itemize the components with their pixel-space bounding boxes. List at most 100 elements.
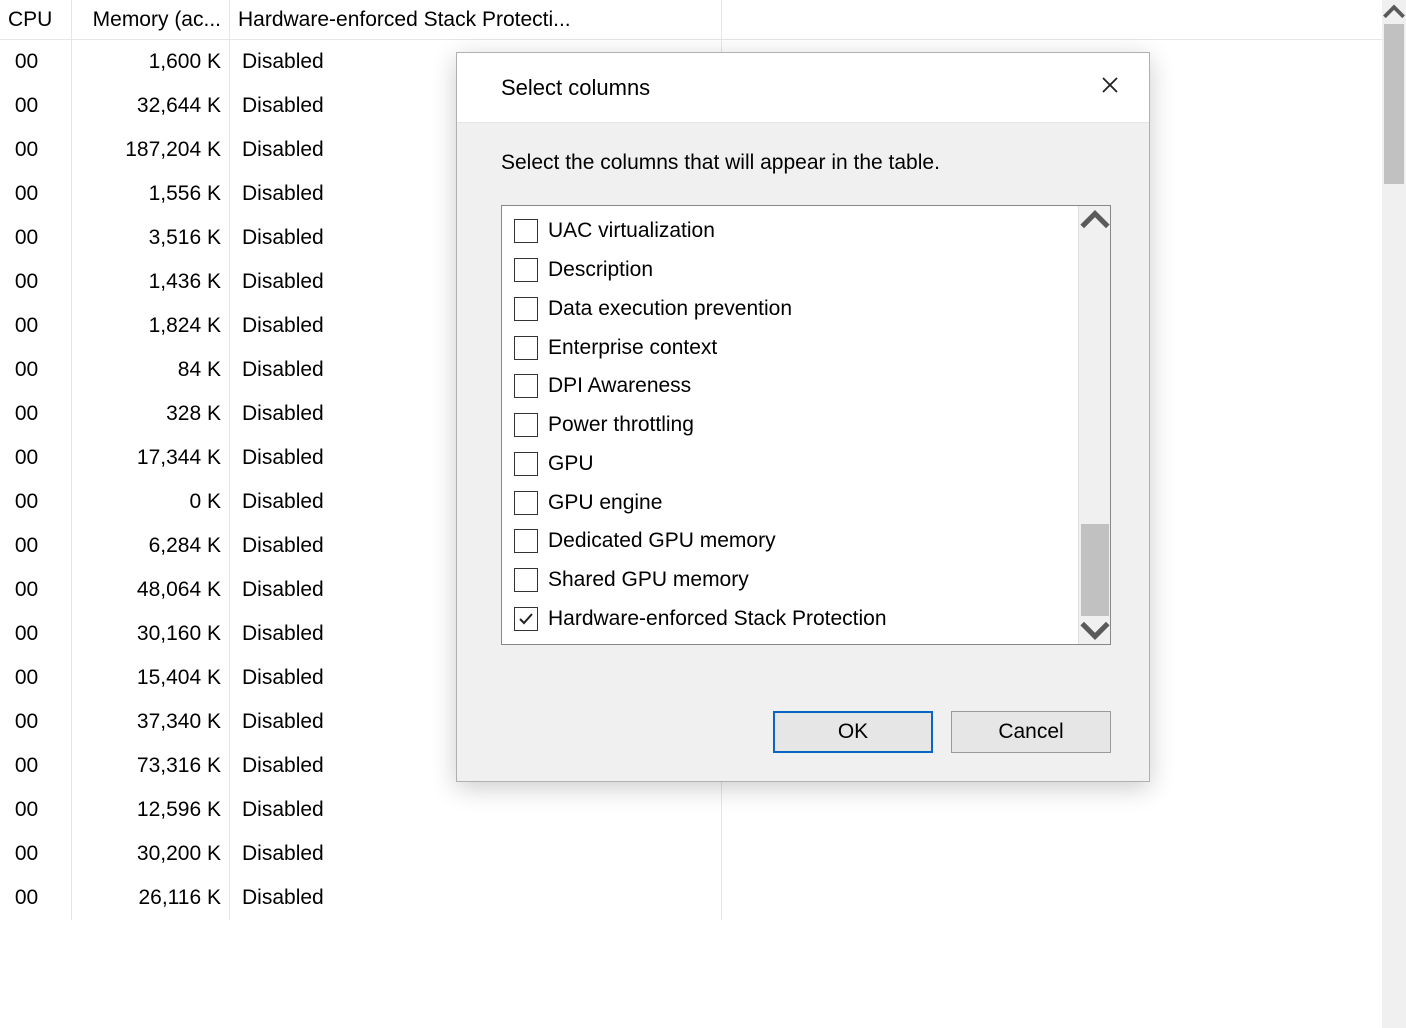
cell-cpu: 00 [0, 128, 72, 172]
table-row[interactable]: 0030,200 KDisabled [0, 832, 1406, 876]
cell-memory: 6,284 K [72, 524, 230, 568]
cell-cpu: 00 [0, 788, 72, 832]
checkbox[interactable] [514, 452, 538, 476]
close-icon [1101, 76, 1119, 100]
checkbox[interactable] [514, 219, 538, 243]
scroll-down-icon[interactable] [1079, 616, 1111, 644]
column-option-label: Dedicated GPU memory [548, 529, 776, 553]
table-row[interactable]: 0012,596 KDisabled [0, 788, 1406, 832]
checkbox[interactable] [514, 258, 538, 282]
cell-memory: 328 K [72, 392, 230, 436]
cell-memory: 12,596 K [72, 788, 230, 832]
cancel-button[interactable]: Cancel [951, 711, 1111, 753]
column-option[interactable]: UAC virtualization [510, 214, 1074, 249]
cell-cpu: 00 [0, 348, 72, 392]
cell-hesp: Disabled [230, 832, 722, 876]
column-option[interactable]: Hardware-enforced Stack Protection [510, 601, 1074, 636]
column-option-label: Shared GPU memory [548, 568, 749, 592]
cell-memory: 0 K [72, 480, 230, 524]
scrollbar-thumb[interactable] [1384, 24, 1404, 184]
cell-cpu: 00 [0, 480, 72, 524]
cell-memory: 84 K [72, 348, 230, 392]
checkbox[interactable] [514, 607, 538, 631]
close-button[interactable] [1089, 67, 1131, 109]
checkbox[interactable] [514, 374, 538, 398]
checkbox[interactable] [514, 568, 538, 592]
column-option-label: GPU engine [548, 491, 662, 515]
cell-cpu: 00 [0, 40, 72, 84]
column-option[interactable]: DPI Awareness [510, 369, 1074, 404]
cell-memory: 1,556 K [72, 172, 230, 216]
column-option-label: DPI Awareness [548, 374, 691, 398]
cell-memory: 30,160 K [72, 612, 230, 656]
cell-cpu: 00 [0, 260, 72, 304]
column-option-label: UAC virtualization [548, 219, 715, 243]
ok-button[interactable]: OK [773, 711, 933, 753]
cell-cpu: 00 [0, 876, 72, 920]
cell-cpu: 00 [0, 304, 72, 348]
cell-memory: 32,644 K [72, 84, 230, 128]
cell-memory: 1,600 K [72, 40, 230, 84]
select-columns-dialog: Select columns Select the columns that w… [456, 52, 1150, 782]
column-option-label: Data execution prevention [548, 297, 792, 321]
cell-memory: 1,824 K [72, 304, 230, 348]
cell-cpu: 00 [0, 744, 72, 788]
cell-memory: 26,116 K [72, 876, 230, 920]
cell-memory: 15,404 K [72, 656, 230, 700]
column-option-label: Power throttling [548, 413, 694, 437]
scroll-up-icon[interactable] [1079, 206, 1111, 234]
checkbox[interactable] [514, 297, 538, 321]
cell-cpu: 00 [0, 832, 72, 876]
dialog-button-row: OK Cancel [457, 685, 1149, 781]
column-header-hesp[interactable]: Hardware-enforced Stack Protecti... [230, 0, 722, 39]
column-option[interactable]: Shared GPU memory [510, 563, 1074, 598]
column-option[interactable]: Enterprise context [510, 330, 1074, 365]
column-option-label: GPU [548, 452, 594, 476]
scroll-up-icon[interactable] [1382, 0, 1406, 24]
column-option-label: Enterprise context [548, 336, 717, 360]
cell-memory: 17,344 K [72, 436, 230, 480]
cell-memory: 30,200 K [72, 832, 230, 876]
cell-memory: 1,436 K [72, 260, 230, 304]
dialog-instructions: Select the columns that will appear in t… [501, 151, 1111, 175]
cell-cpu: 00 [0, 84, 72, 128]
table-header: CPU Memory (ac... Hardware-enforced Stac… [0, 0, 1406, 40]
dialog-title: Select columns [501, 75, 650, 101]
checkbox[interactable] [514, 529, 538, 553]
column-option[interactable]: Power throttling [510, 408, 1074, 443]
cell-cpu: 00 [0, 524, 72, 568]
column-option[interactable]: Dedicated GPU memory [510, 524, 1074, 559]
checkbox[interactable] [514, 491, 538, 515]
cell-memory: 3,516 K [72, 216, 230, 260]
cell-memory: 37,340 K [72, 700, 230, 744]
cell-cpu: 00 [0, 656, 72, 700]
column-option[interactable]: GPU engine [510, 485, 1074, 520]
cell-memory: 48,064 K [72, 568, 230, 612]
column-option-label: Hardware-enforced Stack Protection [548, 607, 887, 631]
checkbox[interactable] [514, 336, 538, 360]
cell-cpu: 00 [0, 700, 72, 744]
checkbox[interactable] [514, 413, 538, 437]
scrollbar-thumb[interactable] [1081, 524, 1109, 616]
column-header-memory[interactable]: Memory (ac... [72, 0, 230, 39]
cell-memory: 187,204 K [72, 128, 230, 172]
column-list: UAC virtualization Description Data execut… [501, 205, 1111, 645]
column-option[interactable]: Data execution prevention [510, 291, 1074, 326]
main-scrollbar[interactable] [1382, 0, 1406, 1028]
cell-cpu: 00 [0, 612, 72, 656]
column-header-cpu[interactable]: CPU [0, 0, 72, 39]
dialog-titlebar: Select columns [457, 53, 1149, 123]
cell-hesp: Disabled [230, 876, 722, 920]
table-row[interactable]: 0026,116 KDisabled [0, 876, 1406, 920]
cell-cpu: 00 [0, 392, 72, 436]
column-option-label: Description [548, 258, 653, 282]
cell-cpu: 00 [0, 436, 72, 480]
cell-cpu: 00 [0, 216, 72, 260]
column-option[interactable]: GPU [510, 446, 1074, 481]
cell-cpu: 00 [0, 568, 72, 612]
column-list-scrollbar[interactable] [1078, 206, 1110, 644]
cell-cpu: 00 [0, 172, 72, 216]
column-option[interactable]: Description [510, 253, 1074, 288]
cell-hesp: Disabled [230, 788, 722, 832]
cell-memory: 73,316 K [72, 744, 230, 788]
